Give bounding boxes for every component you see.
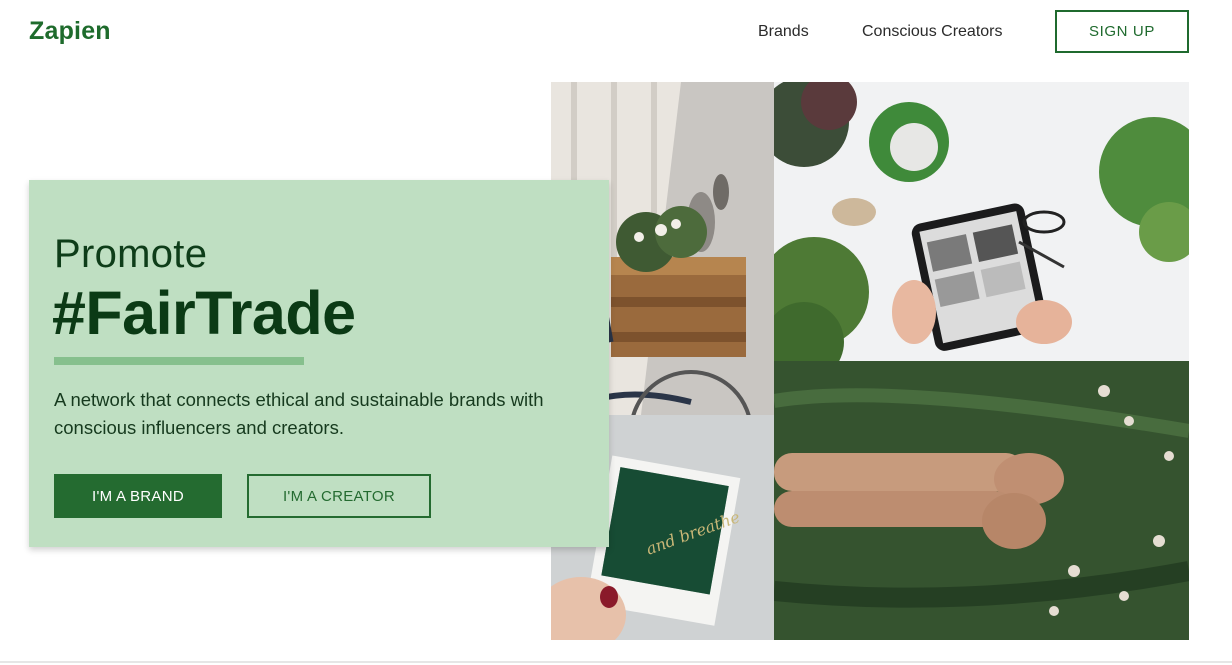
page-divider	[0, 661, 1232, 663]
hero-card: Promote #FairTrade A network that connec…	[29, 180, 609, 547]
tablet-plants-photo	[774, 82, 1189, 361]
site-header: Zapien Brands Conscious Creators SIGN UP	[0, 0, 1232, 64]
im-a-brand-button[interactable]: I'M A BRAND	[54, 474, 222, 518]
hero-line-promote: Promote	[54, 232, 208, 276]
nav-link-conscious-creators[interactable]: Conscious Creators	[862, 23, 1003, 41]
photo-collage: and breathe	[551, 82, 1189, 640]
nav-link-brands[interactable]: Brands	[758, 23, 809, 41]
im-a-creator-button[interactable]: I'M A CREATOR	[247, 474, 431, 518]
accent-bar	[54, 357, 304, 365]
grass-feet-photo	[774, 361, 1189, 640]
hero-hashtag: #FairTrade	[52, 279, 356, 347]
sign-up-button[interactable]: SIGN UP	[1055, 10, 1189, 53]
logo[interactable]: Zapien	[29, 17, 111, 46]
hero-tagline: A network that connects ethical and sust…	[54, 389, 544, 438]
